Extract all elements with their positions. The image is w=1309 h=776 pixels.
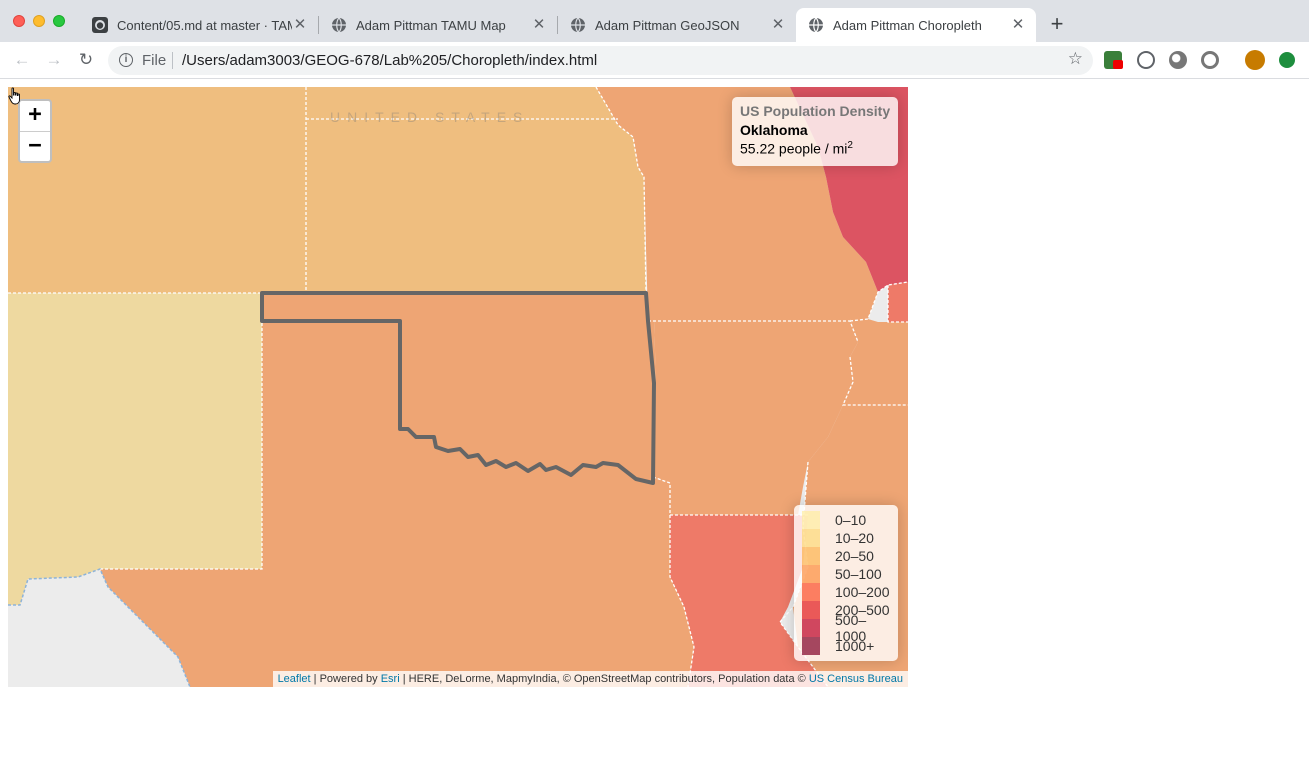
url-text[interactable]: /Users/adam3003/GEOG-678/Lab%205/Choropl… bbox=[182, 52, 597, 69]
legend-swatch bbox=[802, 601, 820, 619]
info-panel: US Population Density Oklahoma 55.22 peo… bbox=[732, 97, 898, 166]
zoom-control: + − bbox=[18, 99, 52, 163]
map-layer bbox=[8, 87, 908, 687]
state-name: Oklahoma bbox=[740, 122, 808, 138]
tab-title: Adam Pittman Choropleth bbox=[833, 17, 982, 33]
close-icon[interactable]: ✕ bbox=[292, 17, 308, 33]
tab-title: Adam Pittman GeoJSON bbox=[595, 17, 740, 33]
tab-title: Content/05.md at master · TAMU bbox=[117, 17, 292, 33]
legend-label: 10–20 bbox=[835, 530, 874, 546]
attribution-text: | Powered by bbox=[310, 673, 381, 685]
profile-avatar[interactable] bbox=[1245, 50, 1265, 70]
zoom-out-button[interactable]: − bbox=[20, 131, 50, 161]
choropleth-map[interactable]: UNITED STATES + − US Population Density … bbox=[8, 87, 908, 687]
density-unit-exponent: 2 bbox=[847, 140, 853, 151]
tab-choropleth[interactable]: Adam Pittman Choropleth ✕ bbox=[796, 8, 1036, 42]
legend-row: 20–50 bbox=[802, 547, 890, 565]
legend-label: 50–100 bbox=[835, 566, 882, 582]
legend-swatch bbox=[802, 583, 820, 601]
legend-row: 500–1000 bbox=[802, 612, 890, 644]
state-region bbox=[8, 293, 262, 605]
forward-arrow-icon[interactable]: → bbox=[44, 50, 64, 70]
close-icon[interactable]: ✕ bbox=[531, 17, 547, 33]
reload-icon[interactable]: ↻ bbox=[76, 50, 96, 70]
legend-row: 50–100 bbox=[802, 565, 890, 583]
divider bbox=[172, 52, 173, 69]
legend: 0–10 10–20 20–50 50–100 100–200 200–500 … bbox=[794, 505, 898, 661]
address-bar[interactable]: i File /Users/adam3003/GEOG-678/Lab%205/… bbox=[108, 46, 1093, 75]
legend-row: 0–10 bbox=[802, 511, 890, 529]
globe-icon bbox=[809, 17, 823, 33]
tab-geojson[interactable]: Adam Pittman GeoJSON ✕ bbox=[558, 8, 796, 42]
leaflet-link[interactable]: Leaflet bbox=[278, 673, 311, 685]
legend-label: 100–200 bbox=[835, 584, 890, 600]
state-region bbox=[888, 282, 908, 322]
zoom-in-button[interactable]: + bbox=[20, 101, 50, 131]
legend-label: 0–10 bbox=[835, 512, 867, 528]
extension-icon[interactable] bbox=[1104, 51, 1123, 69]
new-tab-button[interactable]: + bbox=[1046, 13, 1068, 36]
minimize-window-button[interactable] bbox=[33, 15, 45, 27]
legend-label: 1000+ bbox=[835, 638, 875, 654]
info-title: US Population Density bbox=[740, 103, 891, 119]
globe-icon bbox=[332, 17, 346, 33]
census-link[interactable]: US Census Bureau bbox=[809, 673, 903, 685]
legend-row: 100–200 bbox=[802, 583, 890, 601]
legend-swatch bbox=[802, 637, 820, 655]
close-icon[interactable]: ✕ bbox=[770, 17, 786, 33]
legend-row: 10–20 bbox=[802, 529, 890, 547]
update-icon[interactable] bbox=[1279, 52, 1295, 68]
tab-tamu-map[interactable]: Adam Pittman TAMU Map ✕ bbox=[319, 8, 557, 42]
github-icon bbox=[92, 17, 108, 33]
legend-label: 20–50 bbox=[835, 548, 874, 564]
attribution-text: | HERE, DeLorme, MapmyIndia, © OpenStree… bbox=[399, 673, 809, 685]
hand-cursor-icon bbox=[8, 87, 20, 105]
browser-toolbar: ← → ↻ i File /Users/adam3003/GEOG-678/La… bbox=[0, 42, 1309, 79]
density-text: 55.22 people / mi bbox=[740, 140, 848, 157]
extension-icon[interactable] bbox=[1169, 51, 1187, 69]
close-window-button[interactable] bbox=[13, 15, 25, 27]
tab-strip: Content/05.md at master · TAMU ✕ Adam Pi… bbox=[0, 0, 1309, 42]
close-icon[interactable]: ✕ bbox=[1010, 17, 1026, 33]
country-label: UNITED STATES bbox=[330, 109, 530, 125]
password-manager-icon[interactable] bbox=[1137, 51, 1155, 69]
scheme-label: File bbox=[142, 52, 167, 69]
density-value: 55.22 people / mi2 bbox=[740, 140, 890, 157]
tab-github[interactable]: Content/05.md at master · TAMU ✕ bbox=[80, 8, 318, 42]
legend-swatch bbox=[802, 547, 820, 565]
bookmark-star-icon[interactable]: ☆ bbox=[1068, 49, 1083, 69]
maximize-window-button[interactable] bbox=[53, 15, 65, 27]
esri-link[interactable]: Esri bbox=[381, 673, 400, 685]
legend-swatch bbox=[802, 619, 820, 637]
legend-swatch bbox=[802, 529, 820, 547]
sync-icon[interactable] bbox=[1201, 51, 1219, 69]
state-region bbox=[8, 87, 306, 293]
back-arrow-icon[interactable]: ← bbox=[12, 50, 32, 70]
tab-title: Adam Pittman TAMU Map bbox=[356, 17, 506, 33]
info-icon[interactable]: i bbox=[119, 53, 133, 67]
legend-swatch bbox=[802, 511, 820, 529]
legend-swatch bbox=[802, 565, 820, 583]
globe-icon bbox=[571, 17, 585, 33]
map-attribution: Leaflet | Powered by Esri | HERE, DeLorm… bbox=[272, 671, 908, 687]
